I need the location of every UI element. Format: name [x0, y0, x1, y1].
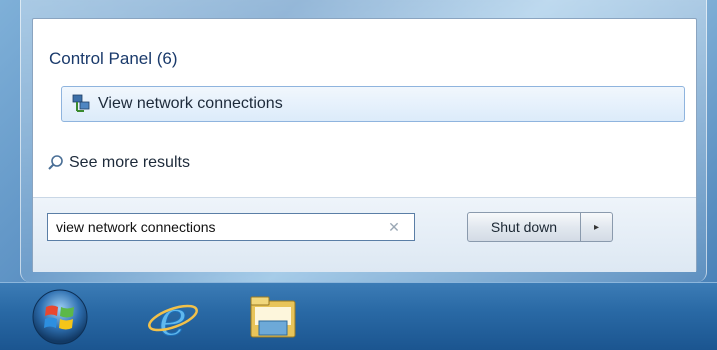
see-more-results-label: See more results: [69, 154, 190, 171]
clear-x-icon[interactable]: ✕: [384, 219, 404, 236]
search-input-value[interactable]: view network connections: [56, 219, 384, 235]
start-menu-frame: Control Panel (6) View network connectio…: [0, 0, 717, 282]
search-icon: [48, 155, 63, 170]
search-results-panel: Control Panel (6) View network connectio…: [32, 18, 697, 272]
network-connections-icon: [72, 94, 90, 112]
search-input[interactable]: view network connections ✕: [47, 213, 415, 241]
results-group-header[interactable]: Control Panel (6): [49, 49, 178, 69]
start-menu-bottom-bar: view network connections ✕ Shut down ▸: [33, 197, 696, 272]
result-view-network-connections[interactable]: View network connections: [61, 86, 685, 122]
folder-icon[interactable]: [245, 291, 301, 343]
chevron-right-icon[interactable]: ▸: [581, 212, 613, 242]
svg-text:e: e: [159, 291, 187, 343]
taskbar: e: [0, 282, 717, 350]
see-more-results-link[interactable]: See more results: [47, 154, 190, 172]
ie-icon[interactable]: e: [145, 291, 201, 343]
result-label: View network connections: [98, 95, 283, 112]
shutdown-button-group: Shut down ▸: [467, 212, 613, 242]
shutdown-button[interactable]: Shut down: [467, 212, 581, 242]
windows-logo-icon[interactable]: [30, 287, 90, 347]
